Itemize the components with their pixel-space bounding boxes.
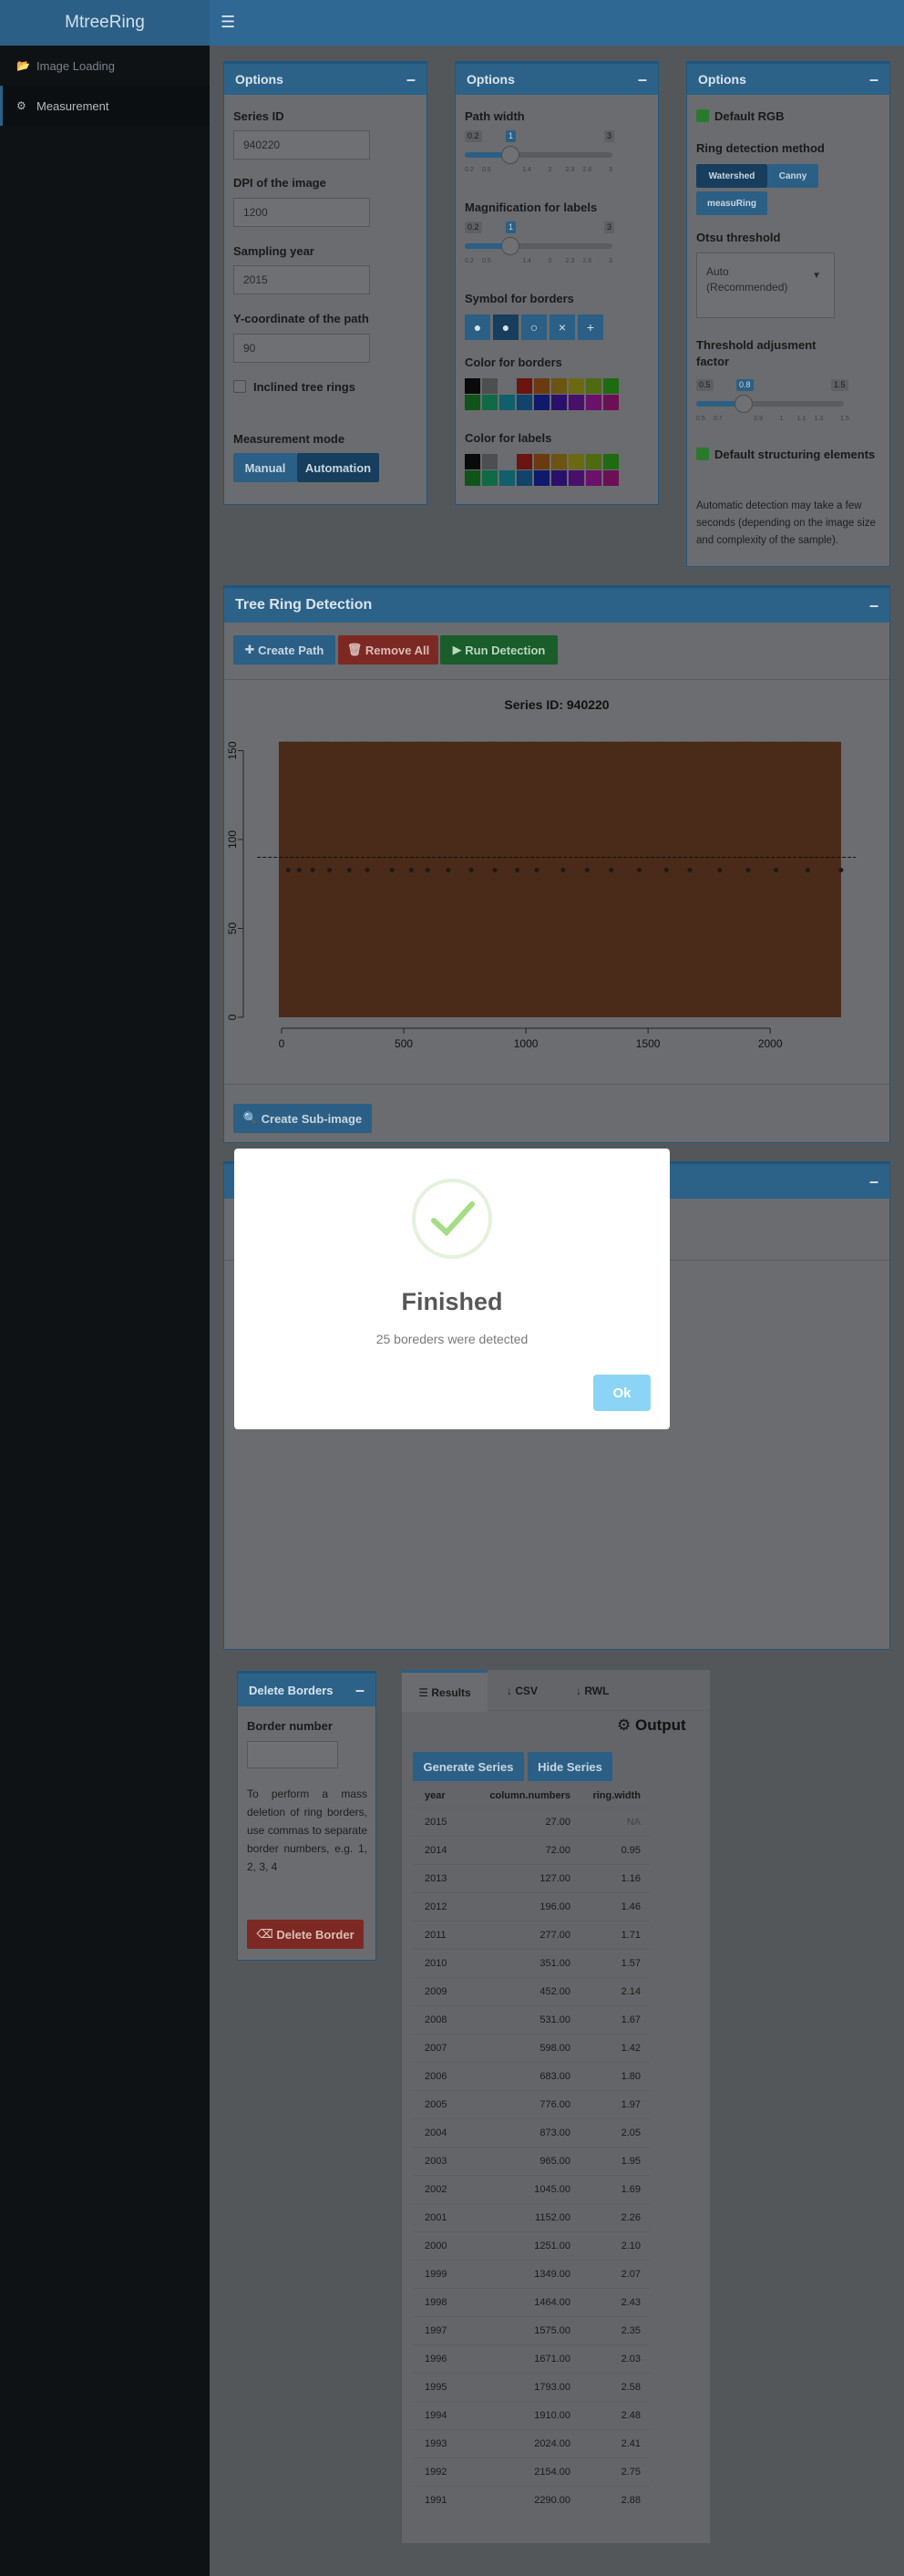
success-check-icon: [412, 1179, 492, 1259]
dialog-title: Finished: [401, 1288, 503, 1315]
dialog-message: 25 boreders were detected: [375, 1332, 529, 1346]
ok-button[interactable]: Ok: [593, 1375, 651, 1411]
finished-dialog: Finished 25 boreders were detected Ok: [234, 1149, 670, 1429]
